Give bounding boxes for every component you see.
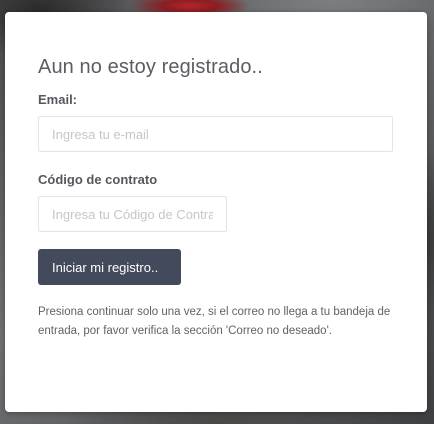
start-registration-button[interactable]: Iniciar mi registro..: [38, 249, 181, 285]
email-label: Email:: [38, 92, 78, 107]
contract-code-field[interactable]: [38, 196, 227, 232]
registration-card: Aun no estoy registrado.. Email: Código …: [5, 12, 427, 412]
help-note: Presiona continuar solo una vez, si el c…: [38, 306, 391, 337]
email-field[interactable]: [38, 116, 393, 152]
form-title: Aun no estoy registrado..: [38, 56, 263, 78]
contract-code-label: Código de contrato: [38, 172, 158, 187]
